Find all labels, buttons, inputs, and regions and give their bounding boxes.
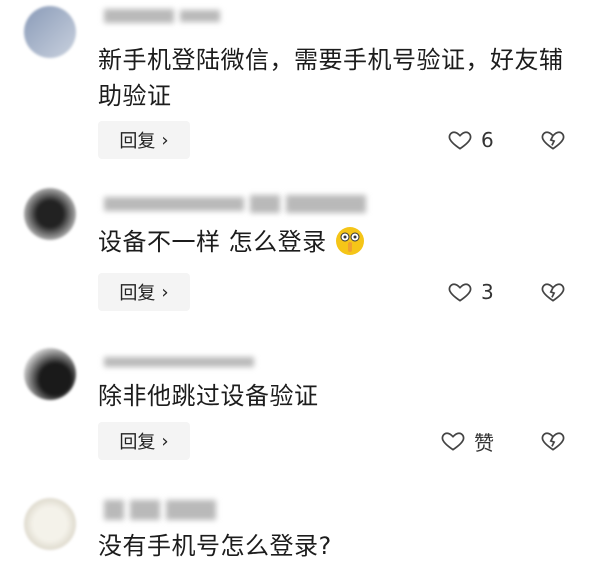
comment-item: 没有手机号怎么登录? (0, 490, 600, 573)
heart-outline-icon (448, 131, 472, 150)
reply-label: 回复 (119, 432, 156, 453)
avatar[interactable] (24, 348, 76, 400)
avatar[interactable] (24, 188, 76, 240)
chevron-right-icon: › (161, 281, 169, 303)
comment-text: 新手机登陆微信，需要手机号验证，好友辅助验证 (98, 46, 564, 110)
like-button[interactable]: 赞 (440, 422, 494, 460)
chevron-right-icon: › (161, 129, 169, 151)
comment-meta (98, 500, 216, 520)
avatar[interactable] (24, 498, 76, 550)
comment-text: 设备不一样 怎么登录 (98, 224, 568, 260)
broken-heart-icon[interactable] (540, 279, 566, 305)
like-button[interactable]: 3 (447, 273, 494, 311)
comment-item: 除非他跳过设备验证 回复 › 赞 (0, 340, 600, 480)
chevron-right-icon: › (161, 430, 169, 452)
reply-label: 回复 (119, 131, 156, 152)
comment-text: 没有手机号怎么登录? (98, 532, 332, 560)
reply-button[interactable]: 回复 › (98, 273, 190, 311)
comment-item: 设备不一样 怎么登录 回复 › 3 (0, 180, 600, 330)
reply-button[interactable]: 回复 › (98, 422, 190, 460)
like-count: 6 (481, 128, 494, 152)
comment-meta (98, 6, 220, 24)
heart-outline-icon (441, 432, 465, 451)
broken-heart-icon[interactable] (540, 127, 566, 153)
heart-outline-icon (448, 283, 472, 302)
like-button[interactable]: 6 (447, 121, 494, 159)
comment-text: 除非他跳过设备验证 (98, 382, 319, 410)
broken-heart-icon[interactable] (540, 428, 566, 454)
comment-text-content: 设备不一样 怎么登录 (98, 228, 327, 256)
avatar[interactable] (24, 6, 76, 58)
comment-meta (98, 194, 366, 213)
like-count: 3 (481, 280, 494, 304)
comment-item: 新手机登陆微信，需要手机号验证，好友辅助验证 回复 › 6 (0, 0, 600, 170)
reply-button[interactable]: 回复 › (98, 121, 190, 159)
like-label: 赞 (474, 430, 494, 455)
shush-emoji-icon (335, 227, 364, 255)
comment-meta (98, 352, 254, 370)
reply-label: 回复 (119, 283, 156, 304)
